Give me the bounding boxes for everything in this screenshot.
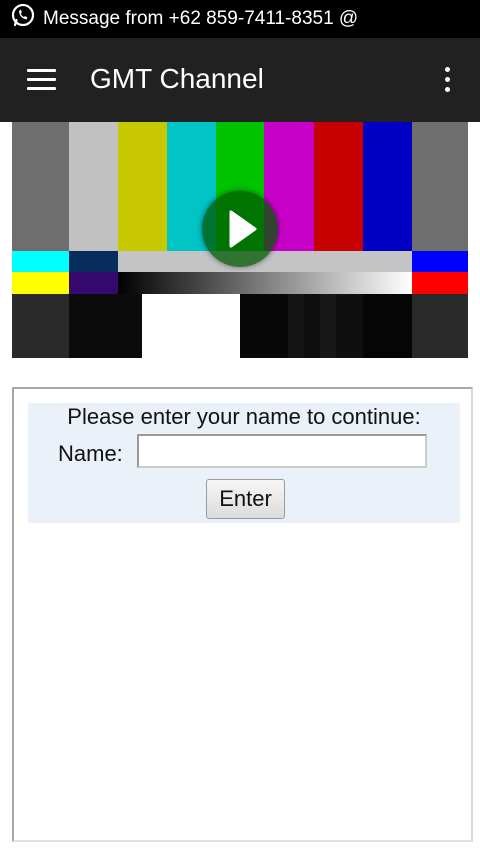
- status-bar: Message from +62 859-7411-8351 @: [0, 0, 480, 38]
- low-bar-red: [412, 272, 468, 294]
- form-prompt: Please enter your name to continue:: [67, 404, 421, 429]
- pluge-black-3: [363, 294, 412, 358]
- pluge-step-1: [288, 294, 304, 358]
- mid-bar-blue: [412, 251, 468, 272]
- play-icon: [229, 210, 257, 248]
- pluge-step-4: [336, 294, 363, 358]
- mid-bar-navy: [69, 251, 118, 272]
- color-bar-gray: [12, 122, 69, 251]
- pluge-step-3: [320, 294, 336, 358]
- hamburger-menu-icon[interactable]: [27, 69, 56, 90]
- play-button[interactable]: [202, 191, 278, 267]
- app-title: GMT Channel: [90, 63, 264, 94]
- pluge-dark-gray-right: [412, 294, 468, 358]
- pluge-dark-gray: [12, 294, 69, 358]
- color-bar-gray-right: [412, 122, 468, 251]
- login-form: Please enter your name to continue: Name…: [28, 403, 460, 523]
- whatsapp-icon: [11, 3, 35, 27]
- mid-bar-cyan: [12, 251, 69, 272]
- app-bar: GMT Channel: [0, 38, 480, 122]
- gray-ramp: [118, 272, 412, 294]
- color-bar-red: [314, 122, 363, 251]
- low-bar-yellow: [12, 272, 69, 294]
- pluge-black: [69, 294, 142, 358]
- more-vert-icon[interactable]: [437, 66, 457, 94]
- video-player[interactable]: [12, 122, 468, 358]
- color-bar-yellow: [118, 122, 167, 251]
- pluge-step-2: [304, 294, 320, 358]
- embedded-web-frame: Please enter your name to continue: Name…: [12, 387, 473, 842]
- color-bar-blue: [363, 122, 412, 251]
- pluge-white: [142, 294, 240, 358]
- low-bar-purple: [69, 272, 118, 294]
- name-label: Name:: [58, 441, 123, 466]
- enter-button[interactable]: Enter: [206, 479, 285, 519]
- pluge-black-2: [240, 294, 288, 358]
- notification-text: Message from +62 859-7411-8351 @: [43, 8, 359, 29]
- color-bar-white: [69, 122, 118, 251]
- name-input[interactable]: [137, 434, 427, 468]
